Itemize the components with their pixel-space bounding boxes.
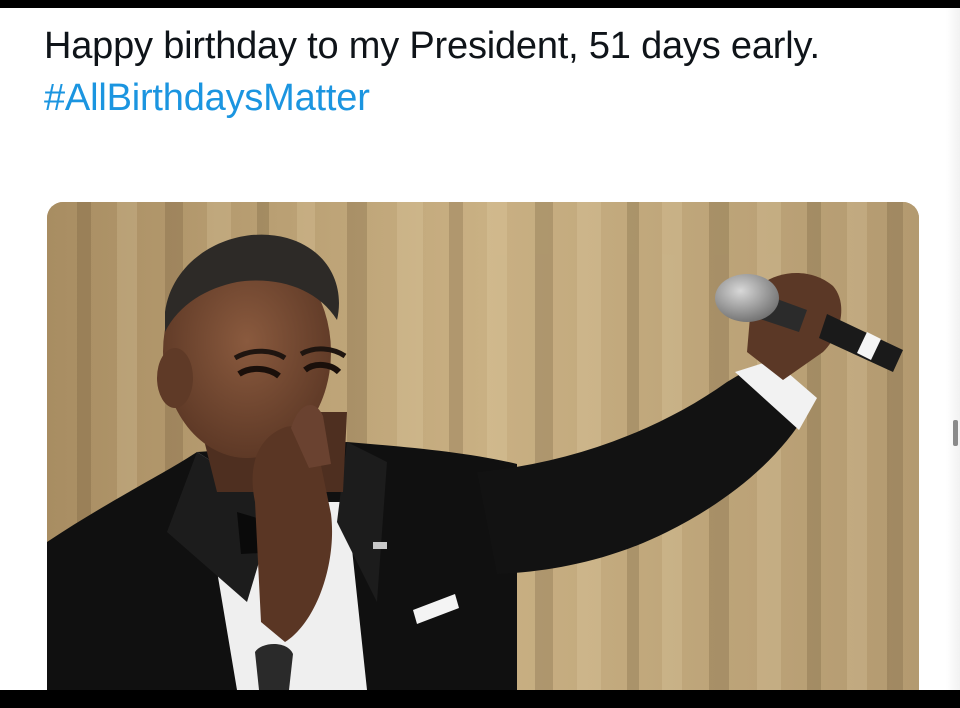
photo-illustration xyxy=(47,202,919,690)
top-frame-bar xyxy=(0,0,960,8)
tweet-text: Happy birthday to my President, 51 days … xyxy=(44,20,944,124)
tweet-media-image[interactable] xyxy=(47,202,919,690)
right-edge-shadow xyxy=(946,8,960,690)
tweet-body: Happy birthday to my President, 51 days … xyxy=(44,25,820,67)
bottom-frame-bar xyxy=(0,690,960,708)
hashtag-link[interactable]: #AllBirthdaysMatter xyxy=(44,77,370,119)
scrollbar-thumb[interactable] xyxy=(953,420,958,446)
